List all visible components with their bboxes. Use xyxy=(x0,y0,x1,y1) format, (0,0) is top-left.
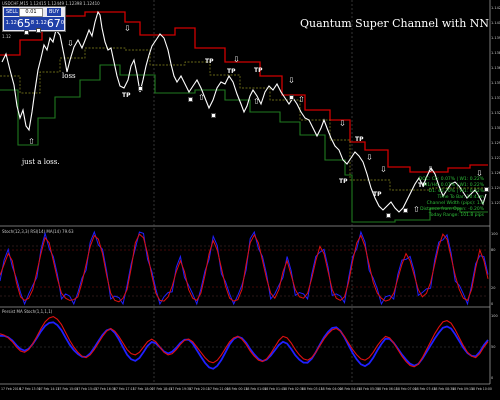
up-arrow-icon: ⇧ xyxy=(28,137,35,146)
chart-title: Quantum Super Channel with NN xyxy=(300,17,490,30)
signal-square-marker xyxy=(36,28,41,33)
stoch-rsi-header: Stoch(12,3,3) RSI(14) MA(14) 79.63 xyxy=(2,229,74,234)
time-axis-label: 18 Feb 08:30 xyxy=(433,387,455,391)
time-axis-label: 17 Feb 18:45 xyxy=(151,387,173,391)
oscillator-level-label: 100 xyxy=(491,314,498,318)
signal-square-marker xyxy=(289,95,294,100)
time-axis-label: 17 Feb 20:15 xyxy=(189,387,210,391)
oscillator-level-label: 0 xyxy=(491,376,494,380)
price-axis-label: 1.1245 xyxy=(491,186,500,190)
time-axis-label: 18 Feb 02:30 xyxy=(283,387,304,391)
annotation-loss: loss xyxy=(62,72,76,80)
time-axis-label: 17 Feb 15:45 xyxy=(76,387,98,391)
oscillator-level-label: 100 xyxy=(491,232,498,236)
signal-square-marker xyxy=(403,208,408,213)
time-axis-label: 18 Feb 04:45 xyxy=(339,387,361,391)
price-axis-label: 1.1260 xyxy=(491,171,500,175)
price-axis-label: 1.1335 xyxy=(491,96,500,100)
price-axis-label: 1.1230 xyxy=(491,201,500,205)
time-axis-label: 17 Feb 14:15 xyxy=(38,387,60,391)
channel-info-block: DOC: Ch: 0.07% | W1: 0.22% H1/H4: 0.07% … xyxy=(419,177,484,219)
signal-square-marker xyxy=(386,213,391,218)
sell-quote[interactable]: 1.12658 xyxy=(4,17,34,30)
time-axis-label: 18 Feb 03:15 xyxy=(301,387,323,391)
oscillator-level-label: 20 xyxy=(491,286,496,290)
buy-price-big: 67 xyxy=(46,17,61,30)
time-axis-label: 18 Feb 01:00 xyxy=(245,387,267,391)
signal-square-marker xyxy=(188,97,193,102)
down-arrow-icon: ⇩ xyxy=(67,39,74,48)
price-axis-label: 1.1320 xyxy=(491,111,500,115)
time-axis-label: 18 Feb 10:00 xyxy=(471,387,492,391)
up-arrow-icon: ⇧ xyxy=(298,95,305,104)
price-axis-label: 1.1425 xyxy=(491,6,500,10)
sell-button[interactable]: SELL xyxy=(4,8,20,16)
time-axis-label: 17 Feb 21:00 xyxy=(207,387,229,391)
price-axis-label: 1.1275 xyxy=(491,156,500,160)
price-axis-label: 1.1380 xyxy=(491,51,500,55)
signal-square-marker xyxy=(484,187,489,192)
up-arrow-icon: ⇧ xyxy=(253,97,260,106)
down-arrow-icon: ⇩ xyxy=(339,119,346,128)
price-axis-label: 1.1290 xyxy=(491,141,500,145)
price-axis-label: 1.1410 xyxy=(491,21,500,25)
buy-price-sup: 0 xyxy=(60,20,64,26)
tp-marker: TP xyxy=(227,68,236,75)
down-arrow-icon: ⇩ xyxy=(124,24,131,33)
time-axis-label: 18 Feb 00:15 xyxy=(226,387,248,391)
one-click-trading-panel[interactable]: SELL 0.01 BUY 1.12658 1.12670 xyxy=(2,6,66,32)
time-axis-label: 17 Feb 17:15 xyxy=(113,387,135,391)
indicator-sub-header: 1.12 xyxy=(2,34,11,39)
signal-square-marker xyxy=(138,86,143,91)
down-arrow-icon: ⇩ xyxy=(380,165,387,174)
time-axis-label: 17 Feb 2016 xyxy=(1,387,21,391)
sell-price-big: 65 xyxy=(16,17,31,30)
time-axis-label: 18 Feb 07:45 xyxy=(414,387,436,391)
time-axis-label: 18 Feb 05:30 xyxy=(358,387,380,391)
oscillator-level-label: 50 xyxy=(491,345,496,349)
oscillator-level-label: 80 xyxy=(491,248,496,252)
tp-marker: TP xyxy=(205,58,214,65)
time-axis-label: 18 Feb 06:15 xyxy=(377,387,398,391)
down-arrow-icon: ⇩ xyxy=(427,165,434,174)
tp-marker: TP xyxy=(373,191,382,198)
signal-square-marker xyxy=(211,113,216,118)
time-axis-label: 18 Feb 01:45 xyxy=(264,387,286,391)
persist-ma-header: Persist MA Stoch(1,1,1,1) xyxy=(2,309,53,314)
price-axis-label: 1.1395 xyxy=(491,36,500,40)
info-line: Today Range: 101.8 pips xyxy=(428,213,484,218)
time-axis-label: 18 Feb 09:15 xyxy=(452,387,474,391)
down-arrow-icon: ⇩ xyxy=(366,153,373,162)
time-axis-label: 17 Feb 16:30 xyxy=(95,387,116,391)
symbol-header: USDCHF,M15 1.12415 1.12449 1.12398 1.124… xyxy=(2,1,100,6)
signal-square-marker xyxy=(24,30,29,35)
up-arrow-icon: ⇧ xyxy=(198,93,205,102)
tp-marker: TP xyxy=(122,92,131,99)
price-axis-label: 1.1365 xyxy=(491,66,500,70)
time-axis-label: 18 Feb 07:00 xyxy=(395,387,417,391)
time-axis-label: 18 Feb 04:00 xyxy=(320,387,342,391)
tp-marker: TP xyxy=(254,67,263,74)
price-axis-label: 1.1305 xyxy=(491,126,500,130)
annotation-just-a-loss: just a loss. xyxy=(22,158,60,166)
down-arrow-icon: ⇩ xyxy=(288,76,295,85)
lot-size-input[interactable]: 0.01 xyxy=(19,8,43,17)
down-arrow-icon: ⇩ xyxy=(233,55,240,64)
tp-marker: TP xyxy=(355,136,364,143)
buy-price-prefix: 1.12 xyxy=(35,20,47,26)
price-axis-label: 1.1350 xyxy=(491,81,500,85)
time-axis-label: 17 Feb 19:30 xyxy=(170,387,192,391)
oscillator-level-label: 0 xyxy=(491,302,494,306)
time-axis-label: 17 Feb 13:30 xyxy=(19,387,41,391)
buy-button[interactable]: BUY xyxy=(47,8,62,16)
time-axis-label: 17 Feb 15:00 xyxy=(57,387,79,391)
time-axis-label: 17 Feb 18:00 xyxy=(132,387,154,391)
tp-marker: TP xyxy=(339,178,348,185)
sell-price-prefix: 1.12 xyxy=(5,20,17,26)
